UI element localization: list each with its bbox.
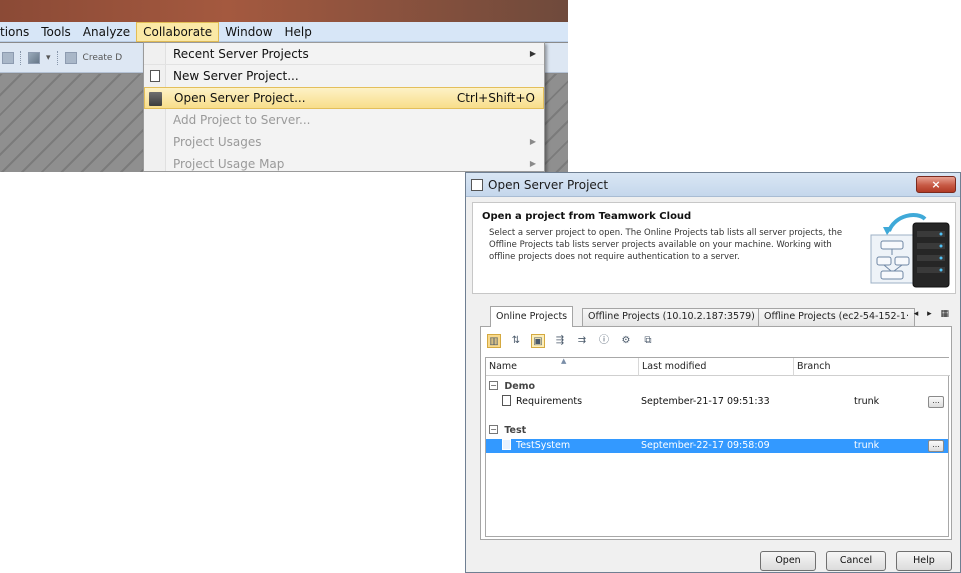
expand-all-icon[interactable]: ⇶ [553, 334, 567, 348]
menu-item-label: Add Project to Server... [173, 113, 311, 127]
show-details-icon[interactable]: ▣ [531, 334, 545, 348]
sort-alphabetically-icon[interactable]: ⇅ [509, 334, 523, 348]
toolbar-icon[interactable] [2, 51, 14, 64]
menu-item-open-server-project[interactable]: Open Server Project... Ctrl+Shift+O [144, 87, 544, 109]
document-icon [150, 70, 160, 82]
column-header-branch[interactable]: Branch [794, 358, 950, 376]
create-diagram-button[interactable]: Create D [83, 53, 123, 63]
menu-item-label: Project Usage Map [173, 157, 285, 171]
collaborate-menu: Recent Server Projects ▶ New Server Proj… [143, 42, 545, 172]
open-button[interactable]: Open [760, 551, 816, 571]
app-title-bar [0, 0, 568, 22]
column-header-label: Name [489, 361, 518, 372]
group-by-category-icon[interactable]: ▥ [487, 334, 501, 348]
dialog-header-panel: Open a project from Teamwork Cloud Selec… [472, 202, 956, 294]
toolbar-image-icon[interactable] [28, 51, 40, 64]
submenu-arrow-icon: ▶ [529, 49, 536, 58]
menu-item-recent-server-projects[interactable]: Recent Server Projects ▶ [144, 43, 544, 65]
menu-help[interactable]: Help [279, 22, 318, 42]
collapse-all-icon[interactable]: ⇉ [575, 334, 589, 348]
dialog-heading: Open a project from Teamwork Cloud [482, 211, 692, 222]
menu-options[interactable]: tions [0, 22, 35, 42]
table-row-selected[interactable]: TestSystem September-22-17 09:58:09 trun… [486, 439, 948, 453]
branch-more-button[interactable]: ... [928, 396, 944, 408]
menu-window[interactable]: Window [219, 22, 278, 42]
branch-more-button[interactable]: ... [928, 440, 944, 452]
table-row[interactable]: Requirements September-21-17 09:51:33 tr… [486, 395, 948, 409]
column-header-name[interactable]: Name ▲ [486, 357, 639, 376]
cancel-button[interactable]: Cancel [826, 551, 886, 571]
menu-analyze[interactable]: Analyze [77, 22, 136, 42]
group-label: Test [504, 425, 527, 436]
group-row-demo[interactable]: − Demo [486, 380, 948, 394]
dialog-title: Open Server Project [488, 178, 609, 192]
submenu-arrow-icon: ▶ [529, 159, 536, 168]
last-modified-cell: September-21-17 09:51:33 [641, 396, 770, 407]
server-project-illustration-icon [870, 213, 950, 288]
menu-item-shortcut: Ctrl+Shift+O [456, 91, 535, 105]
open-server-project-dialog: Open Server Project × Open a project fro… [465, 172, 961, 573]
project-properties-icon[interactable]: ⚙ [619, 334, 633, 348]
menu-item-label: Recent Server Projects [173, 47, 309, 61]
menu-item-label: New Server Project... [173, 69, 299, 83]
project-name-cell: TestSystem [502, 439, 570, 453]
project-name: TestSystem [516, 440, 571, 451]
menu-item-new-server-project[interactable]: New Server Project... [144, 65, 544, 87]
tab-offline-projects-local[interactable]: Offline Projects (10.10.2.187:3579) [582, 308, 761, 326]
column-header-last-modified[interactable]: Last modified [639, 358, 794, 376]
branches-icon[interactable]: ⧉ [641, 334, 655, 348]
app-window-crop: tions Tools Analyze Collaborate Window H… [0, 0, 568, 172]
project-list-toolbar: ▥ ⇅ ▣ ⇶ ⇉ ⓘ ⚙ ⧉ [487, 333, 655, 349]
dialog-title-bar[interactable]: Open Server Project × [466, 173, 960, 197]
toolbar-separator [56, 50, 59, 65]
menu-item-add-project-to-server: Add Project to Server... [144, 109, 544, 131]
project-name: Requirements [516, 396, 583, 407]
tab-online-projects[interactable]: Online Projects [490, 306, 574, 327]
menu-item-project-usage-map: Project Usage Map ▶ [144, 153, 544, 172]
close-button[interactable]: × [916, 176, 956, 193]
toolbar-dropdown-icon[interactable]: ▾ [46, 53, 51, 63]
help-button[interactable]: Help [896, 551, 952, 571]
project-file-icon [502, 439, 511, 450]
menu-tools[interactable]: Tools [35, 22, 77, 42]
dialog-description: Select a server project to open. The Onl… [489, 228, 843, 262]
submenu-arrow-icon: ▶ [529, 137, 536, 146]
menu-item-label: Open Server Project... [174, 91, 306, 105]
menu-item-project-usages: Project Usages ▶ [144, 131, 544, 153]
tab-offline-projects-ec2[interactable]: Offline Projects (ec2-54-152-1· [758, 308, 916, 326]
collapse-toggle-icon[interactable]: − [489, 381, 498, 390]
last-modified-cell: September-22-17 09:58:09 [641, 440, 770, 451]
collapse-toggle-icon[interactable]: − [489, 425, 498, 434]
group-label: Demo [504, 381, 536, 392]
project-file-icon [502, 395, 511, 406]
group-row-test[interactable]: − Test [486, 424, 948, 438]
main-menu-bar: tions Tools Analyze Collaborate Window H… [0, 21, 568, 42]
branch-cell: trunk [854, 440, 880, 451]
menu-item-label: Project Usages [173, 135, 262, 149]
project-tabs: Online Projects Offline Projects (10.10.… [480, 306, 952, 327]
app-icon [471, 179, 483, 191]
toolbar-separator [20, 50, 22, 65]
projects-table: Name ▲ Last modified Branch − Demo Requi… [485, 357, 950, 537]
online-projects-panel: ▥ ⇅ ▣ ⇶ ⇉ ⓘ ⚙ ⧉ Name ▲ Last modified Bra… [480, 326, 952, 540]
project-name-cell: Requirements [502, 395, 582, 409]
dialog-buttons: Open Cancel Help [760, 551, 952, 573]
branch-cell: trunk [854, 396, 880, 407]
sort-indicator-icon: ▲ [561, 357, 567, 365]
info-icon[interactable]: ⓘ [597, 334, 611, 348]
menu-collaborate[interactable]: Collaborate [136, 21, 220, 42]
open-server-project-icon [149, 92, 162, 106]
create-diagram-icon[interactable] [64, 51, 77, 64]
tab-navigation-icons[interactable]: ◂ ▸ ▦ [914, 309, 952, 319]
